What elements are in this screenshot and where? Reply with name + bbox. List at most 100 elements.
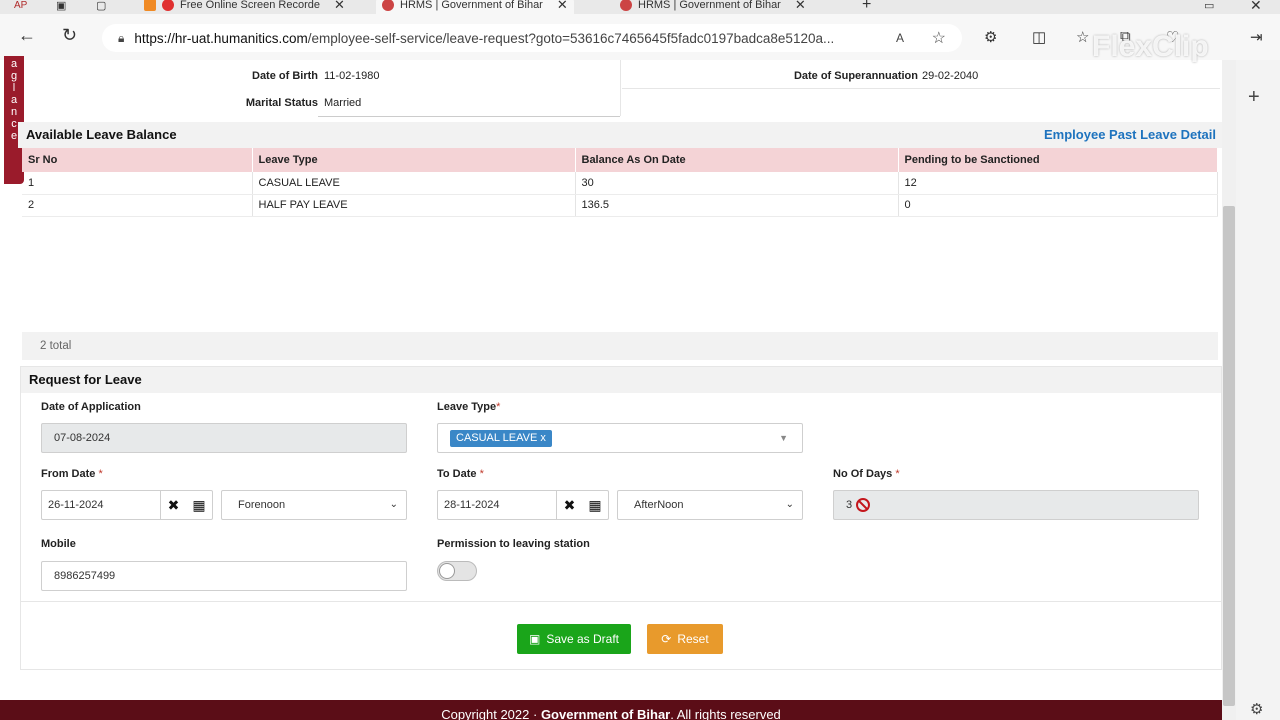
- sidebar-settings-icon[interactable]: ⚙: [1250, 700, 1263, 718]
- to-date-field[interactable]: 28-11-2024 ✖ ▦: [437, 490, 609, 520]
- to-date-label: To Date *: [437, 468, 484, 480]
- add-sidebar-app-icon[interactable]: +: [1248, 86, 1260, 109]
- table-row[interactable]: 2 HALF PAY LEAVE 136.5 0: [22, 194, 1218, 217]
- dob-value: 11-02-1980: [324, 70, 380, 82]
- required-mark: *: [496, 401, 501, 413]
- tab-actions-icon[interactable]: ▢: [96, 0, 106, 14]
- from-session-value: Forenoon: [238, 499, 286, 511]
- footer-org: Government of Bihar: [540, 707, 671, 720]
- close-tab-icon[interactable]: ✕: [334, 0, 345, 13]
- marital-status-label: Marital Status: [245, 97, 318, 109]
- tab-bar: AP ▣ ▢ Free Online Screen Recorde ✕ HRMS…: [0, 0, 1280, 14]
- leave-balance-header: Available Leave Balance Employee Past Le…: [18, 122, 1222, 148]
- save-as-draft-button[interactable]: ▣ Save as Draft: [517, 624, 631, 654]
- date-of-application-field: 07-08-2024: [41, 423, 407, 453]
- reload-icon[interactable]: ↻: [62, 26, 77, 44]
- tab-label: HRMS | Government of Bihar: [400, 0, 543, 11]
- clear-icon[interactable]: ✖: [160, 491, 186, 519]
- calendar-icon[interactable]: ▦: [582, 491, 608, 519]
- table-cell: 1: [22, 172, 253, 195]
- workspaces-icon[interactable]: ▣: [56, 0, 66, 14]
- table-cell: 0: [898, 194, 1218, 217]
- page-footer: Copyright 2022 · Government of Bihar. Al…: [0, 700, 1222, 720]
- table-header-row: Sr No Leave Type Balance As On Date Pend…: [22, 148, 1218, 172]
- scrollbar-thumb[interactable]: [1223, 206, 1235, 706]
- leave-type-label: Leave Type*: [437, 401, 500, 413]
- from-date-field[interactable]: 26-11-2024 ✖ ▦: [41, 490, 213, 520]
- chip-remove-icon[interactable]: x: [540, 432, 546, 444]
- reset-label: Reset: [677, 632, 709, 646]
- divider: [318, 116, 620, 117]
- save-icon: ▣: [528, 632, 541, 646]
- leave-type-select[interactable]: CASUAL LEAVE x ▼: [437, 423, 803, 453]
- tab-screen-recorder[interactable]: Free Online Screen Recorde ✕: [144, 0, 345, 14]
- new-tab-icon[interactable]: +: [862, 0, 871, 14]
- tab-hrms-active[interactable]: HRMS | Government of Bihar ✕: [376, 0, 574, 14]
- leave-request-form: Request for Leave Date of Application 07…: [20, 366, 1222, 670]
- hrms-favicon-icon: [620, 0, 632, 11]
- back-arrow-icon[interactable]: ←: [18, 26, 36, 44]
- read-aloud-icon[interactable]: A: [896, 31, 904, 45]
- close-tab-icon[interactable]: ✕: [557, 0, 568, 13]
- from-date-label-text: From Date: [41, 468, 96, 480]
- dob-label: Date of Birth: [252, 70, 318, 82]
- favorite-star-icon[interactable]: ☆: [932, 28, 946, 48]
- url-path: /employee-self-service/leave-request?got…: [307, 30, 835, 46]
- date-of-application-label: Date of Application: [41, 401, 141, 413]
- permission-toggle[interactable]: [437, 561, 477, 581]
- divider: [622, 88, 1220, 89]
- no-of-days-value: 3: [846, 499, 853, 511]
- no-of-days-label: No Of Days *: [833, 468, 900, 480]
- chevron-down-icon: ⌄: [785, 499, 794, 510]
- address-bar[interactable]: 🔒︎ https://hr-uat.humanitics.com/employe…: [102, 24, 962, 52]
- close-window-icon[interactable]: ✕: [1250, 0, 1262, 14]
- divider: [620, 60, 621, 116]
- from-session-select[interactable]: Forenoon ⌄: [221, 490, 407, 520]
- tab-hrms[interactable]: HRMS | Government of Bihar ✕: [620, 0, 806, 14]
- extensions-icon[interactable]: ⚙: [984, 28, 997, 46]
- mobile-label: Mobile: [41, 538, 76, 550]
- split-screen-icon[interactable]: ◫: [1032, 28, 1046, 46]
- recorder-favicon-icon: [144, 0, 156, 11]
- profile-badge[interactable]: AP: [14, 0, 27, 14]
- table-cell: HALF PAY LEAVE: [252, 194, 576, 217]
- table-total: 2 total: [22, 332, 1218, 360]
- record-indicator-icon: [162, 0, 174, 11]
- divider: [21, 601, 1221, 602]
- past-leave-detail-link[interactable]: Employee Past Leave Detail: [1044, 122, 1216, 148]
- leave-type-label-text: Leave Type: [437, 401, 497, 413]
- page-content: Date of Birth 11-02-1980 Marital Status …: [18, 60, 1222, 720]
- column-header[interactable]: Leave Type: [252, 148, 576, 172]
- from-date-value: 26-11-2024: [48, 499, 104, 511]
- superannuation-value: 29-02-2040: [922, 70, 979, 82]
- to-session-select[interactable]: AfterNoon ⌄: [617, 490, 803, 520]
- table-row[interactable]: 1 CASUAL LEAVE 30 12: [22, 172, 1218, 195]
- browser-side-rail: + ⚙: [1236, 60, 1280, 720]
- column-header[interactable]: Pending to be Sanctioned: [898, 148, 1218, 172]
- marital-status-value: Married: [324, 97, 362, 109]
- reset-button[interactable]: ⟳ Reset: [647, 624, 723, 654]
- leave-type-chip[interactable]: CASUAL LEAVE x: [450, 430, 552, 447]
- no-of-days-label-text: No Of Days: [833, 468, 893, 480]
- sidebar-toggle-icon[interactable]: ⇥: [1250, 28, 1263, 46]
- tab-label: Free Online Screen Recorde: [180, 0, 321, 11]
- column-header[interactable]: Balance As On Date: [575, 148, 899, 172]
- save-as-draft-label: Save as Draft: [546, 632, 620, 646]
- favorites-icon[interactable]: ☆: [1076, 28, 1089, 46]
- request-header: Request for Leave: [21, 367, 1221, 393]
- table-cell: 136.5: [575, 194, 899, 217]
- restore-window-icon[interactable]: ▭: [1204, 0, 1214, 14]
- watermark-logo: FlexClip: [1092, 30, 1209, 63]
- clear-icon[interactable]: ✖: [556, 491, 582, 519]
- chevron-down-icon: ⌄: [389, 499, 398, 510]
- chevron-down-icon[interactable]: ▼: [779, 424, 788, 452]
- calendar-icon[interactable]: ▦: [186, 491, 212, 519]
- column-header[interactable]: Sr No: [22, 148, 253, 172]
- mobile-field[interactable]: 8986257499: [41, 561, 407, 591]
- refresh-icon: ⟳: [661, 632, 672, 646]
- to-date-value: 28-11-2024: [444, 499, 500, 511]
- url-host: https://hr-uat.humanitics.com: [134, 30, 308, 46]
- tab-label: HRMS | Government of Bihar: [638, 0, 781, 11]
- table-cell: 30: [575, 172, 899, 195]
- close-tab-icon[interactable]: ✕: [795, 0, 806, 13]
